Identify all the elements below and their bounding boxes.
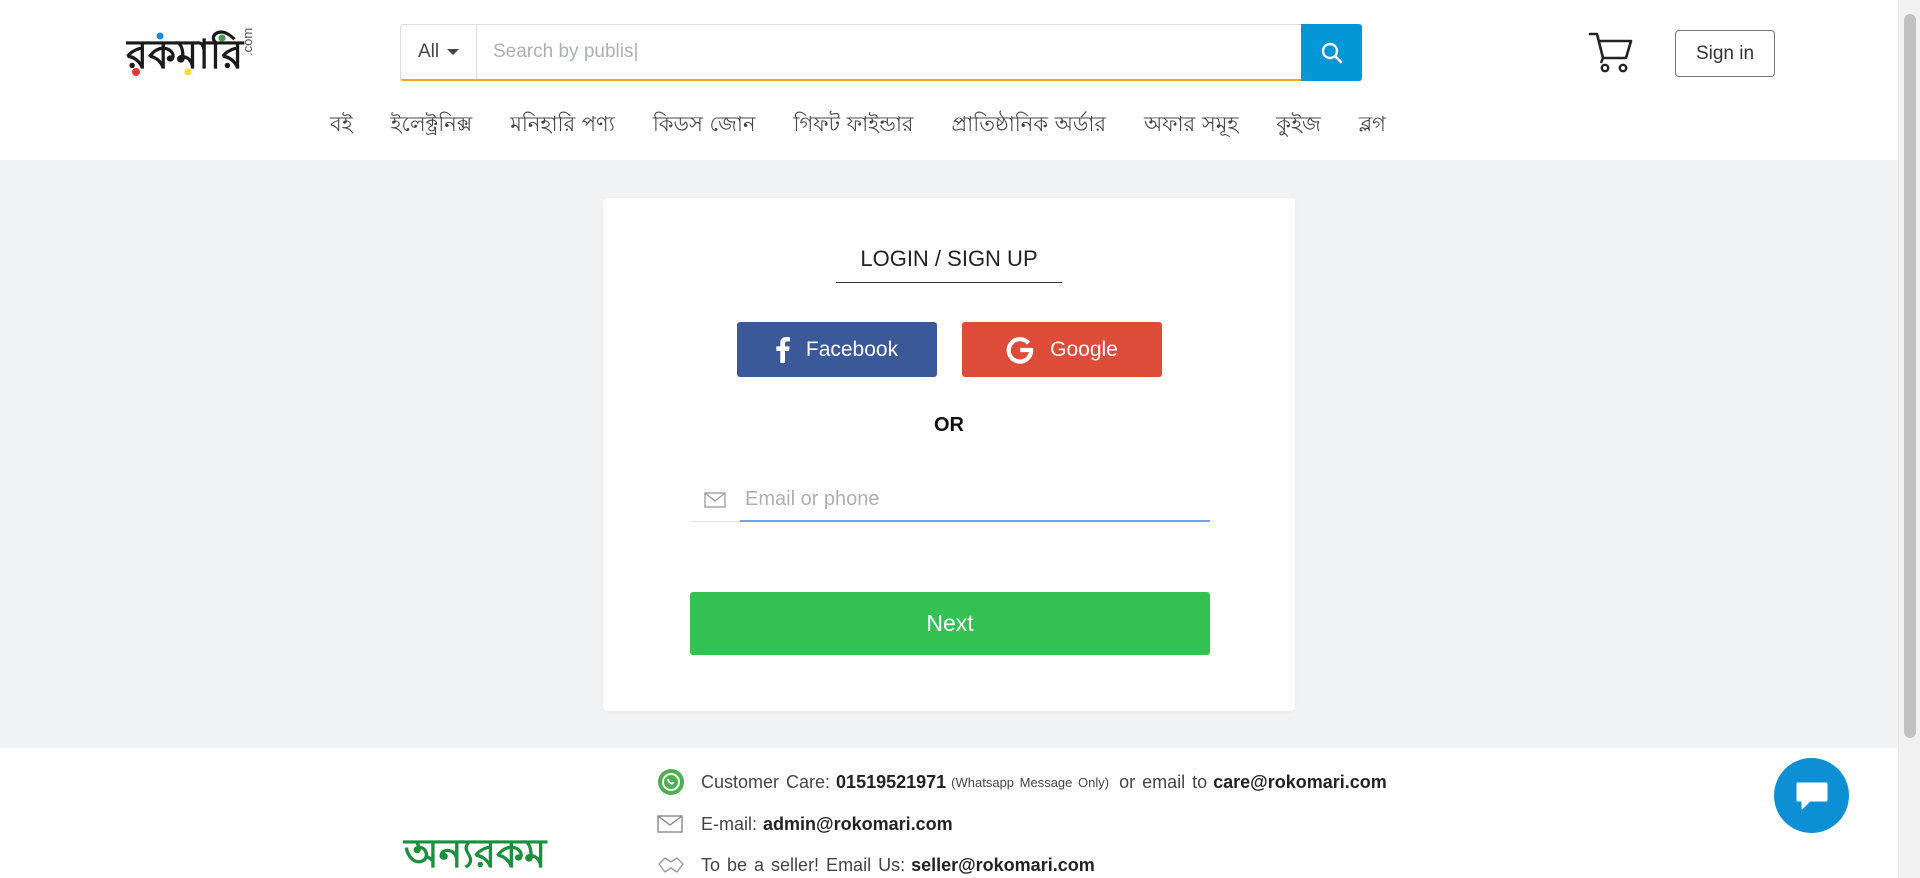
onnorokom-logo: অন্যরকম	[404, 830, 547, 877]
logo-icon: রকমারি .com	[124, 28, 255, 78]
facebook-login-button[interactable]: Facebook	[737, 322, 937, 377]
nav-item-kids-zone[interactable]: কিডস জোন	[653, 108, 756, 143]
rokomari-logo[interactable]: রকমারি .com	[124, 26, 266, 80]
chat-icon	[1796, 782, 1827, 809]
scrollbar-thumb[interactable]	[1904, 14, 1916, 738]
search-button[interactable]	[1301, 24, 1362, 81]
google-icon	[1006, 336, 1034, 364]
email-field-row	[690, 478, 1210, 522]
email-row: E-mail: admin@rokomari.com	[657, 810, 953, 838]
google-login-button[interactable]: Google	[962, 322, 1162, 377]
handshake-icon	[657, 851, 689, 878]
email-or-phone-input[interactable]	[740, 478, 1210, 522]
sign-in-button[interactable]: Sign in	[1675, 30, 1775, 77]
site-header: রকমারি .com All Sign in ব	[0, 0, 1898, 160]
nav-item-offers[interactable]: অফার সমূহ	[1144, 108, 1238, 143]
google-label: Google	[1050, 337, 1118, 361]
login-card: LOGIN / SIGN UP Facebook Google OR Next	[603, 198, 1295, 711]
nav-item-stationery[interactable]: মনিহারি পণ্য	[510, 108, 615, 143]
admin-email-link[interactable]: admin@rokomari.com	[763, 814, 953, 835]
nav-item-corporate-order[interactable]: প্রাতিষ্ঠানিক অর্ডার	[952, 108, 1107, 143]
search-bar: All	[400, 24, 1362, 81]
customer-care-row: Customer Care: 01519521971 (Whatsapp Mes…	[657, 768, 1387, 796]
care-phone[interactable]: 01519521971	[836, 772, 946, 793]
search-icon	[1321, 42, 1342, 63]
nav-item-blog[interactable]: ব্লগ	[1359, 108, 1386, 143]
search-category-dropdown[interactable]: All	[401, 25, 477, 79]
email-label: E-mail:	[701, 813, 758, 834]
whatsapp-icon	[657, 768, 689, 796]
main-nav: বই ইলেক্ট্রনিক্স মনিহারি পণ্য কিডস জোন গ…	[330, 108, 1386, 143]
nav-item-gift-finder[interactable]: গিফট ফাইন্ডার	[793, 108, 913, 143]
care-label: Customer Care:	[701, 771, 831, 792]
mail-icon	[690, 478, 740, 522]
next-button[interactable]: Next	[690, 592, 1210, 655]
nav-item-books[interactable]: বই	[330, 108, 353, 143]
nav-item-quiz[interactable]: কুইজ	[1276, 108, 1320, 143]
facebook-label: Facebook	[805, 337, 899, 361]
seller-email-link[interactable]: seller@rokomari.com	[911, 855, 1095, 876]
seller-label: To be a seller! Email Us:	[701, 854, 906, 875]
care-note: (Whatsapp Message Only)	[951, 774, 1110, 790]
facebook-icon	[776, 336, 790, 363]
or-divider: OR	[934, 414, 964, 436]
chat-button[interactable]	[1774, 758, 1849, 833]
nav-item-electronics[interactable]: ইলেক্ট্রনিক্স	[391, 108, 473, 143]
seller-row: To be a seller! Email Us: seller@rokomar…	[657, 851, 1095, 878]
caret-down-icon	[447, 49, 460, 55]
title-underline	[836, 282, 1062, 283]
login-title: LOGIN / SIGN UP	[860, 246, 1038, 271]
shopping-cart-icon	[1588, 32, 1633, 73]
logo-suffix: .com	[240, 28, 255, 56]
search-category-label: All	[417, 41, 440, 62]
envelope-icon	[657, 810, 689, 838]
care-email-link[interactable]: care@rokomari.com	[1213, 772, 1387, 793]
cart-button[interactable]	[1588, 30, 1634, 74]
page-scrollbar[interactable]	[1898, 0, 1920, 878]
search-input[interactable]	[477, 25, 1301, 79]
care-or-text: or email to	[1119, 771, 1208, 792]
